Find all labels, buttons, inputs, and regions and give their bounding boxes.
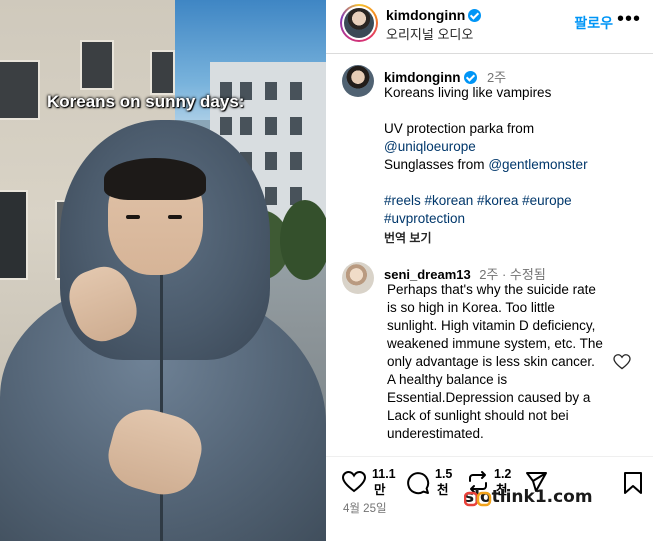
jacket-zipper [160, 275, 163, 541]
caption-username[interactable]: kimdonginn [384, 70, 461, 85]
audio-label[interactable]: 오리지널 오디오 [386, 24, 473, 43]
like-count: 11.1 만 [372, 467, 396, 497]
verified-badge-icon [463, 71, 477, 84]
like-heart-icon[interactable] [342, 471, 366, 493]
comment-avatar[interactable] [342, 262, 374, 294]
comment-heart-icon[interactable] [613, 354, 631, 370]
caption-time: 2주 [486, 70, 507, 85]
reel-video[interactable]: Koreans on sunny days: [0, 0, 326, 541]
mention-uniqloeurope[interactable]: @uniqloeurope [384, 138, 644, 156]
tree [280, 200, 326, 280]
comment-body: Perhaps that's why the suicide rate is s… [387, 281, 627, 443]
post-date[interactable]: 4월 25일 [343, 500, 387, 516]
caption-line: UV protection parka from [384, 121, 535, 136]
translate-link[interactable]: 번역 보기 [384, 229, 644, 247]
more-horizontal-icon[interactable]: ••• [617, 8, 641, 31]
comment-line: sunlight. High vitamin D deficiency, [387, 318, 596, 333]
post-header: kimdonginn 오리지널 오디오 팔로우 ••• [326, 0, 653, 54]
comment-line: underestimated. [387, 426, 484, 441]
person-hair [104, 158, 206, 200]
comment-line: A healthy balance is [387, 372, 508, 387]
comment-line: Lack of sunlight should not bei [387, 408, 569, 423]
comment-line: Perhaps that's why the suicide rate [387, 282, 596, 297]
caption-avatar[interactable] [342, 65, 374, 97]
comment-line: Essential.Depression caused by a [387, 390, 591, 405]
comment-line: is so high in Korea. Too little [387, 300, 555, 315]
verified-badge-icon [468, 9, 482, 22]
avatar[interactable] [340, 4, 378, 42]
caption-line: Koreans living like vampires [384, 85, 552, 100]
hashtags[interactable]: #uvprotection [384, 210, 644, 228]
mention-gentlemonster[interactable]: @gentlemonster [488, 157, 587, 172]
comment-bubble-icon[interactable] [406, 471, 430, 495]
hashtags[interactable]: #reels #korean #korea #europe [384, 192, 644, 210]
follow-button[interactable]: 팔로우 [574, 13, 613, 33]
caption-body: Koreans living like vampires UV protecti… [384, 84, 644, 247]
comment-meta: 2주 · 수정됨 [479, 267, 546, 282]
comment-line: only advantage is less skin cancer. [387, 354, 595, 369]
save-bookmark-icon[interactable] [623, 471, 643, 495]
video-caption: Koreans on sunny days: [47, 92, 245, 111]
watermark-logo-icon [464, 491, 492, 507]
comment-count: 1.5 천 [435, 467, 453, 497]
post-panel: kimdonginn 오리지널 오디오 팔로우 ••• kimdonginn 2… [326, 0, 653, 541]
comment-username[interactable]: seni_dream13 [384, 267, 471, 282]
caption-line: Sunglasses from [384, 157, 485, 172]
comment-line: weakened immune system, etc. The [387, 336, 603, 351]
header-username[interactable]: kimdonginn [386, 7, 465, 23]
